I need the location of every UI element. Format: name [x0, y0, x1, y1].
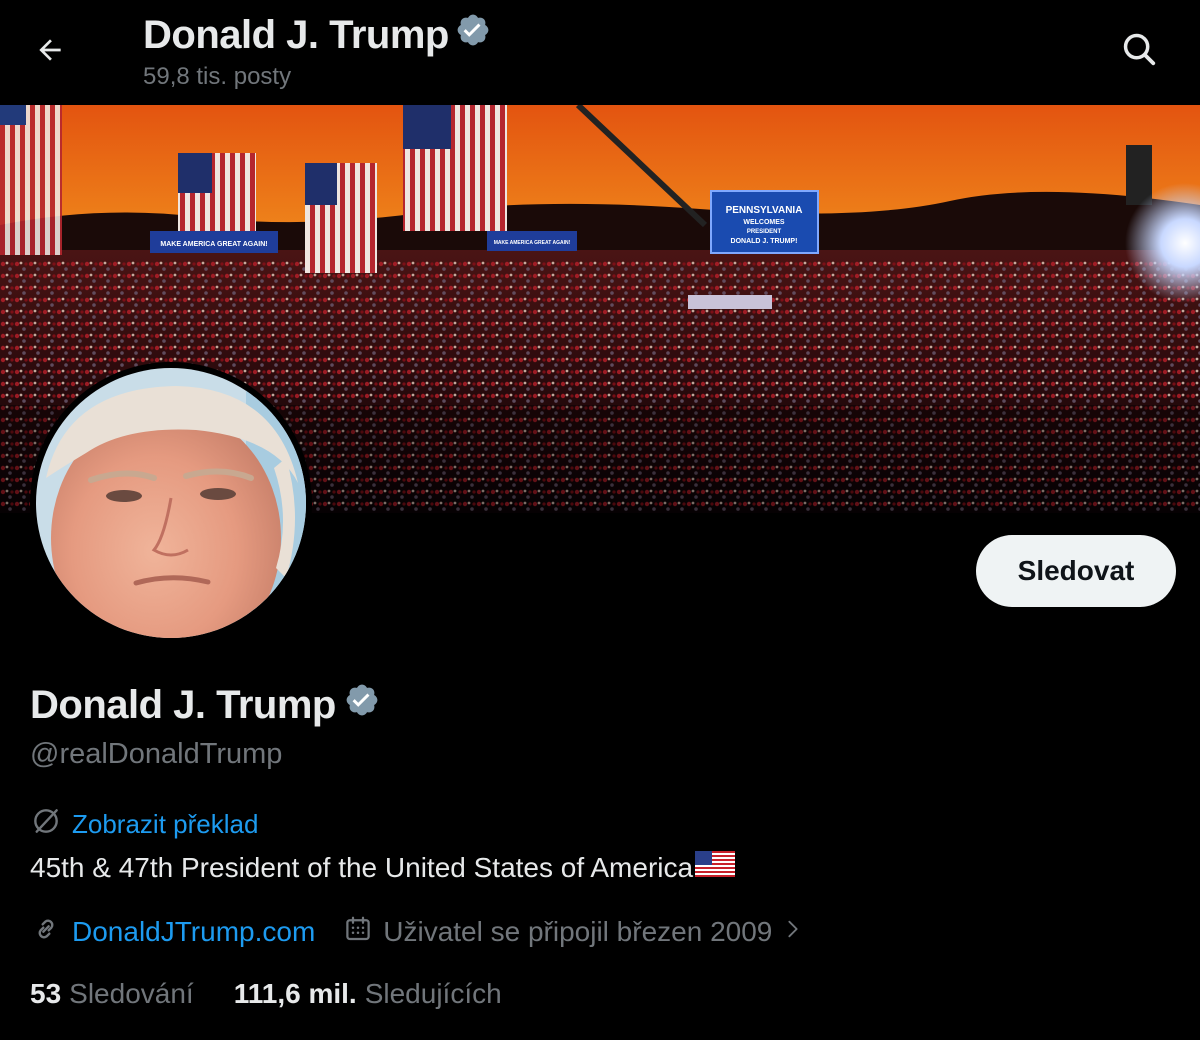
- followers-label: Sledujících: [364, 978, 502, 1009]
- joined-text: Uživatel se připojil březen 2009: [383, 916, 773, 947]
- avatar-photo: [36, 368, 306, 638]
- banner-sign-right: MAKE AMERICA GREAT AGAIN!: [494, 240, 571, 246]
- profile-bio: 45th & 47th President of the United Stat…: [30, 850, 736, 886]
- search-icon: [1120, 30, 1158, 73]
- link-icon: [30, 913, 62, 952]
- bio-text: 45th & 47th President of the United Stat…: [30, 852, 694, 883]
- follow-button[interactable]: Sledovat: [976, 535, 1176, 607]
- pa-sign-line4: DONALD J. TRUMP!: [731, 238, 798, 245]
- header-name-text: Donald J. Trump: [143, 13, 449, 57]
- arrow-left-icon: [34, 34, 66, 71]
- followers-stat[interactable]: 111,6 mil. Sledujících: [234, 978, 502, 1010]
- joined-date[interactable]: Uživatel se připojil březen 2009: [343, 914, 804, 951]
- translate-row[interactable]: Zobrazit překlad: [30, 805, 258, 842]
- back-button[interactable]: [22, 28, 78, 76]
- following-count: 53: [30, 978, 62, 1009]
- following-stat[interactable]: 53 Sledování: [30, 978, 194, 1010]
- chevron-right-icon: [782, 916, 804, 949]
- top-bar: Donald J. Trump 59,8 tis. posty: [0, 0, 1200, 104]
- website-link[interactable]: DonaldJTrump.com: [72, 916, 315, 948]
- verified-badge-icon[interactable]: [344, 680, 380, 730]
- us-flag-icon: [695, 850, 736, 886]
- post-count: 59,8 tis. posty: [143, 63, 292, 90]
- show-translation-link[interactable]: Zobrazit překlad: [72, 807, 258, 841]
- profile-avatar[interactable]: [30, 362, 312, 644]
- translate-icon: [30, 805, 62, 842]
- follow-stats: 53 Sledování 111,6 mil. Sledujících: [30, 978, 502, 1010]
- pa-sign-line2: WELCOMES: [743, 219, 785, 226]
- verified-badge-icon: [455, 12, 491, 58]
- pa-sign-title: PENNSYLVANIA: [726, 205, 803, 216]
- profile-page: Donald J. Trump 59,8 tis. posty MAKE AME…: [0, 0, 1200, 1040]
- banner-sign-left: MAKE AMERICA GREAT AGAIN!: [160, 241, 267, 248]
- following-label: Sledování: [69, 978, 194, 1009]
- pa-sign-line3: PRESIDENT: [747, 229, 782, 235]
- calendar-icon: [343, 914, 373, 951]
- profile-handle: @realDonaldTrump: [30, 738, 283, 770]
- profile-name: Donald J. Trump: [30, 680, 380, 730]
- header-title: Donald J. Trump 59,8 tis. posty: [143, 12, 491, 92]
- profile-meta: DonaldJTrump.com Uživatel se připojil bř…: [30, 912, 804, 952]
- followers-count: 111,6 mil.: [233, 978, 357, 1009]
- profile-name-text: Donald J. Trump: [30, 683, 336, 727]
- search-button[interactable]: [1114, 26, 1164, 76]
